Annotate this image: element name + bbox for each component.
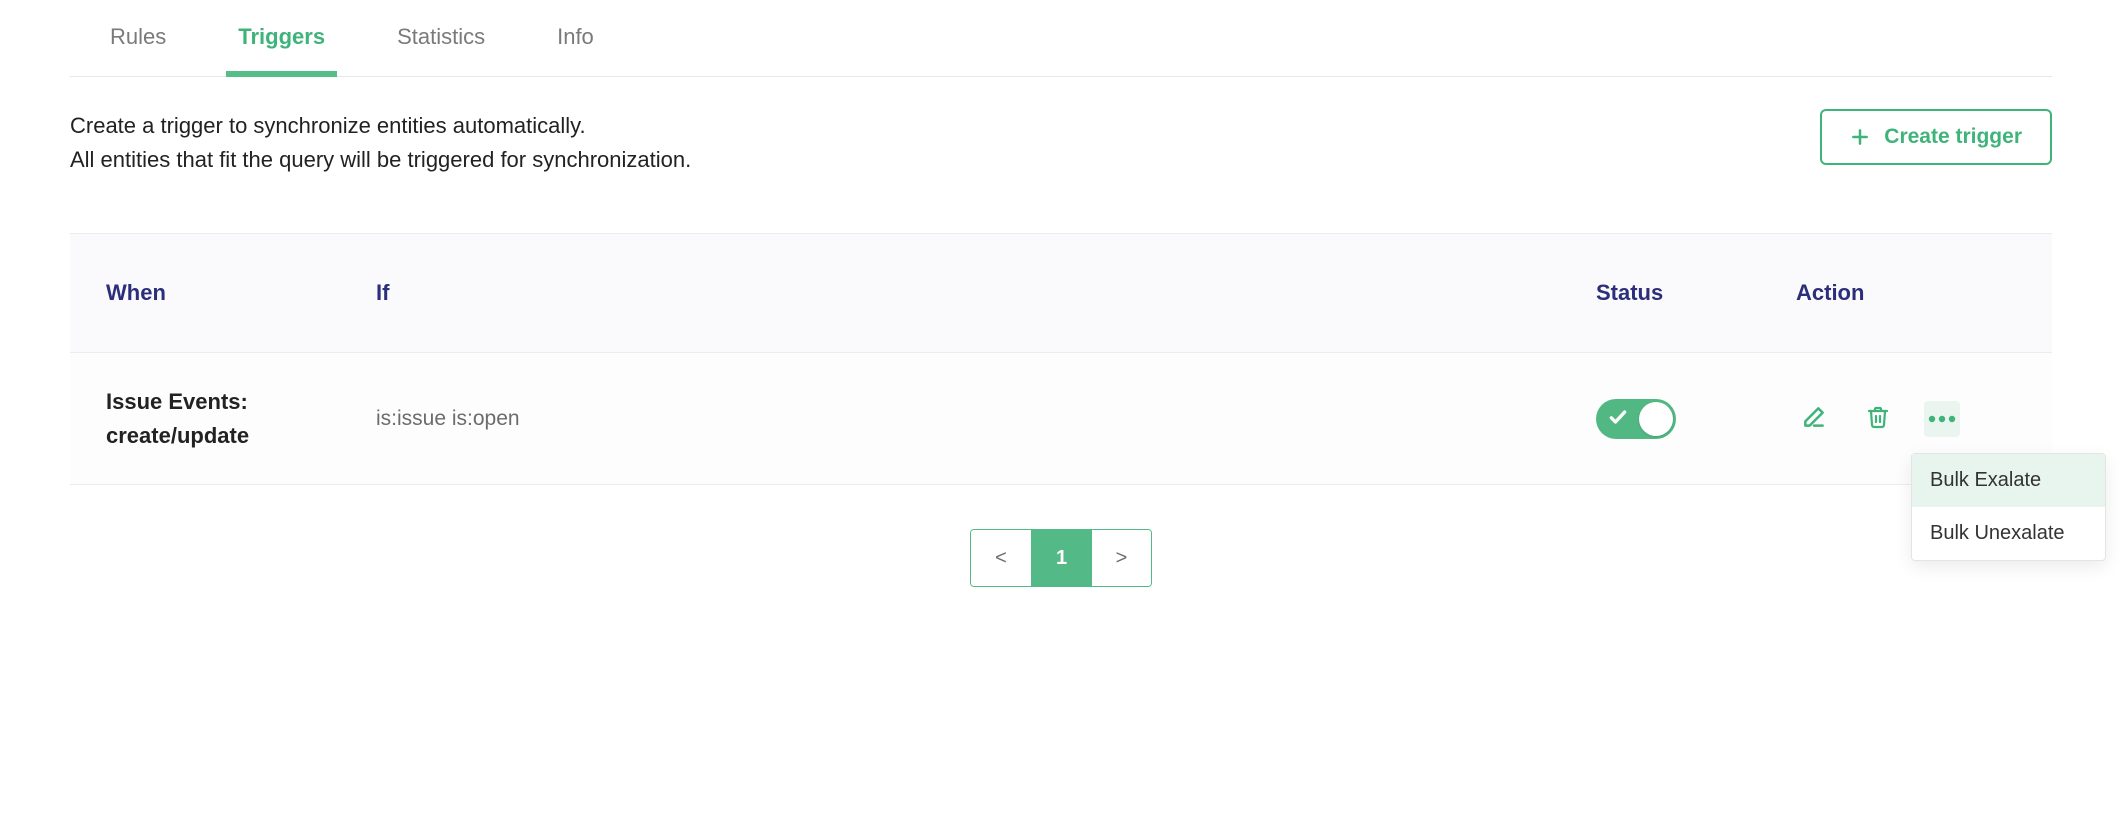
- create-trigger-button[interactable]: Create trigger: [1820, 109, 2052, 165]
- description-line-2: All entities that fit the query will be …: [70, 143, 691, 177]
- cell-when: Issue Events: create/update: [106, 385, 376, 453]
- tab-info[interactable]: Info: [557, 24, 594, 76]
- delete-button[interactable]: [1860, 401, 1896, 437]
- edit-button[interactable]: [1796, 401, 1832, 437]
- cell-if: is:issue is:open: [376, 407, 1596, 431]
- pager: < 1 >: [970, 529, 1152, 587]
- menu-item-bulk-unexalate[interactable]: Bulk Unexalate: [1912, 507, 2105, 560]
- trash-icon: [1866, 404, 1890, 434]
- page-description: Create a trigger to synchronize entities…: [70, 109, 691, 177]
- more-actions-menu: Bulk Exalate Bulk Unexalate: [1911, 453, 2106, 561]
- page-header: Create a trigger to synchronize entities…: [70, 77, 2052, 177]
- create-trigger-label: Create trigger: [1884, 125, 2022, 149]
- status-toggle[interactable]: [1596, 399, 1676, 439]
- cell-action: Bulk Exalate Bulk Unexalate: [1796, 401, 2016, 437]
- pagination: < 1 >: [70, 529, 2052, 587]
- column-if: If: [376, 280, 1596, 306]
- column-status: Status: [1596, 280, 1796, 306]
- menu-item-bulk-exalate[interactable]: Bulk Exalate: [1912, 454, 2105, 507]
- more-actions-button[interactable]: [1924, 401, 1960, 437]
- column-action: Action: [1796, 280, 2016, 306]
- tab-triggers[interactable]: Triggers: [238, 24, 325, 76]
- when-line-2: create/update: [106, 419, 376, 453]
- plus-icon: [1850, 127, 1870, 147]
- tab-statistics[interactable]: Statistics: [397, 24, 485, 76]
- more-horizontal-icon: [1928, 410, 1956, 427]
- edit-icon: [1801, 404, 1827, 434]
- toggle-knob: [1639, 402, 1673, 436]
- pager-page-1[interactable]: 1: [1031, 530, 1091, 586]
- tab-rules[interactable]: Rules: [110, 24, 166, 76]
- column-when: When: [106, 280, 376, 306]
- tab-bar: Rules Triggers Statistics Info: [70, 0, 2052, 77]
- table-header: When If Status Action: [70, 233, 2052, 353]
- cell-status: [1596, 399, 1796, 439]
- when-line-1: Issue Events:: [106, 385, 376, 419]
- pager-next[interactable]: >: [1091, 530, 1151, 586]
- table-row: Issue Events: create/update is:issue is:…: [70, 353, 2052, 485]
- description-line-1: Create a trigger to synchronize entities…: [70, 109, 691, 143]
- check-icon: [1608, 407, 1628, 431]
- pager-prev[interactable]: <: [971, 530, 1031, 586]
- trigger-table: When If Status Action Issue Events: crea…: [70, 233, 2052, 485]
